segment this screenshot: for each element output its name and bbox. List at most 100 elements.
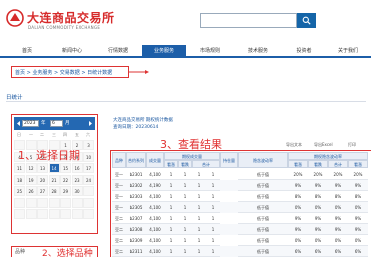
table-cell: 1 — [164, 213, 178, 224]
table-cell: 1 — [178, 235, 192, 246]
calendar-day[interactable]: 16 — [71, 163, 83, 173]
table-cell: 4,100 — [146, 191, 164, 202]
calendar-day[interactable]: 25 — [14, 186, 25, 196]
table-cell: b2305 — [126, 202, 146, 213]
nav-item-news[interactable]: 新闻中心 — [52, 45, 92, 57]
table-cell: 1 — [164, 246, 178, 257]
table-cell: 1 — [192, 169, 206, 180]
year-select[interactable]: 2023 — [22, 120, 39, 127]
table-cell: 豆二 — [112, 235, 126, 246]
calendar-day[interactable]: 15 — [60, 163, 71, 173]
weekday-label: 二 — [40, 132, 44, 137]
calendar-day[interactable]: 10 — [83, 151, 94, 162]
table-cell: 1 — [192, 180, 206, 191]
table-cell: b2303 — [126, 191, 146, 202]
table-cell: 9% — [328, 180, 348, 191]
nav-item-business[interactable]: 业务服务 — [142, 45, 186, 57]
variety-label[interactable]: 品种 — [15, 248, 25, 255]
year-unit: 年 — [41, 121, 46, 126]
table-cell: 1 — [178, 224, 192, 235]
breadcrumb-highlight: 首页 > 业务服务 > 交易数据 > 日统计数据 — [11, 66, 129, 78]
breadcrumb[interactable]: 首页 > 业务服务 > 交易数据 > 日统计数据 — [15, 69, 112, 76]
calendar-day-selected[interactable]: 14 — [48, 163, 60, 173]
table-cell: 9% — [348, 180, 368, 191]
query-date: 查询日期：20230614 — [113, 125, 159, 130]
calendar-day[interactable]: 12 — [25, 163, 37, 173]
calendar-day[interactable]: 21 — [48, 174, 60, 185]
table-cell: 20% — [348, 169, 368, 180]
calendar-day[interactable]: 3 — [83, 140, 94, 150]
table-cell: 1 — [164, 202, 178, 213]
search-button[interactable] — [297, 13, 316, 28]
table-cell: 9% — [288, 180, 308, 191]
table-cell: 1 — [164, 180, 178, 191]
table-cell: 4,100 — [146, 169, 164, 180]
calendar-day — [25, 209, 37, 219]
calendar-day[interactable]: 24 — [83, 174, 94, 185]
calendar-day[interactable]: 20 — [37, 174, 48, 185]
calendar-day[interactable]: 19 — [25, 174, 37, 185]
next-month-icon[interactable] — [88, 121, 92, 126]
table-cell: 1 — [178, 180, 192, 191]
table-cell: 9% — [348, 224, 368, 235]
table-cell: 20% — [308, 169, 328, 180]
result-table: 品种 合约系列 成交量 期权成交量 看涨 看跌 合计 持仓量 隐含波动率 期权隐… — [112, 152, 368, 257]
calendar-day[interactable]: 11 — [14, 163, 25, 173]
table-cell: 1 — [192, 213, 206, 224]
calendar-day[interactable]: 26 — [25, 186, 37, 196]
table-cell: 低于值 — [238, 202, 288, 213]
calendar-day — [60, 197, 71, 208]
export-excel-button[interactable]: 导出Excel — [314, 142, 333, 148]
arrow-icon — [129, 70, 149, 74]
table-cell: 低于值 — [238, 235, 288, 246]
table-cell: 1 — [164, 191, 178, 202]
table-cell: 0% — [348, 235, 368, 246]
calendar-day[interactable]: 18 — [14, 174, 25, 185]
table-cell: 豆一 — [112, 169, 126, 180]
calendar-day — [60, 209, 71, 219]
weekday-label: 三 — [52, 132, 56, 137]
calendar-day[interactable]: 23 — [71, 174, 83, 185]
sub-header: 看跌 — [308, 160, 328, 168]
table-cell: b2309 — [126, 235, 146, 246]
table-cell: 4,100 — [146, 235, 164, 246]
calendar-day — [25, 197, 37, 208]
section-divider — [6, 101, 366, 102]
table-cell: 豆二 — [112, 213, 126, 224]
table-cell: 1 — [178, 191, 192, 202]
table-cell: 0% — [288, 235, 308, 246]
calendar-day[interactable]: 27 — [37, 186, 48, 196]
table-cell: 4,100 — [146, 213, 164, 224]
search-input[interactable] — [200, 13, 297, 28]
table-cell: 1 — [206, 246, 220, 257]
month-select[interactable]: 6 — [50, 120, 63, 127]
calendar-day[interactable]: 13 — [37, 163, 48, 173]
col-header: 合约系列 — [126, 152, 146, 168]
table-cell: 4,190 — [146, 180, 164, 191]
print-button[interactable]: 打印 — [348, 142, 356, 148]
nav-item-about[interactable]: 关于我们 — [328, 45, 368, 57]
nav-item-investor[interactable]: 投资者 — [286, 45, 322, 57]
table-cell: 6% — [348, 246, 368, 257]
export-text-button[interactable]: 导出文本 — [286, 142, 302, 148]
calendar-day[interactable]: 22 — [60, 174, 71, 185]
table-cell: 0% — [328, 235, 348, 246]
nav-item-home[interactable]: 首页 — [10, 45, 44, 57]
calendar-day[interactable]: 17 — [83, 163, 94, 173]
calendar-header: 2023 年 6 月 — [14, 117, 95, 130]
calendar-day[interactable]: 29 — [60, 186, 71, 196]
nav-item-rules[interactable]: 市场规则 — [190, 45, 230, 57]
table-cell: 1 — [206, 169, 220, 180]
sub-header: 看跌 — [178, 160, 192, 168]
table-cell: b2311 — [126, 246, 146, 257]
calendar-day[interactable]: 30 — [71, 186, 83, 196]
step2-annotation: 2、选择品种 — [42, 249, 93, 257]
nav-item-market-data[interactable]: 行情数据 — [98, 45, 138, 57]
prev-month-icon[interactable] — [17, 121, 21, 126]
calendar-day[interactable]: 28 — [48, 186, 60, 196]
calendar-day — [71, 197, 83, 208]
table-cell: 1 — [206, 213, 220, 224]
nav-item-tech[interactable]: 技术服务 — [238, 45, 278, 57]
table-cell: 0% — [328, 202, 348, 213]
table-cell: 0% — [308, 235, 328, 246]
